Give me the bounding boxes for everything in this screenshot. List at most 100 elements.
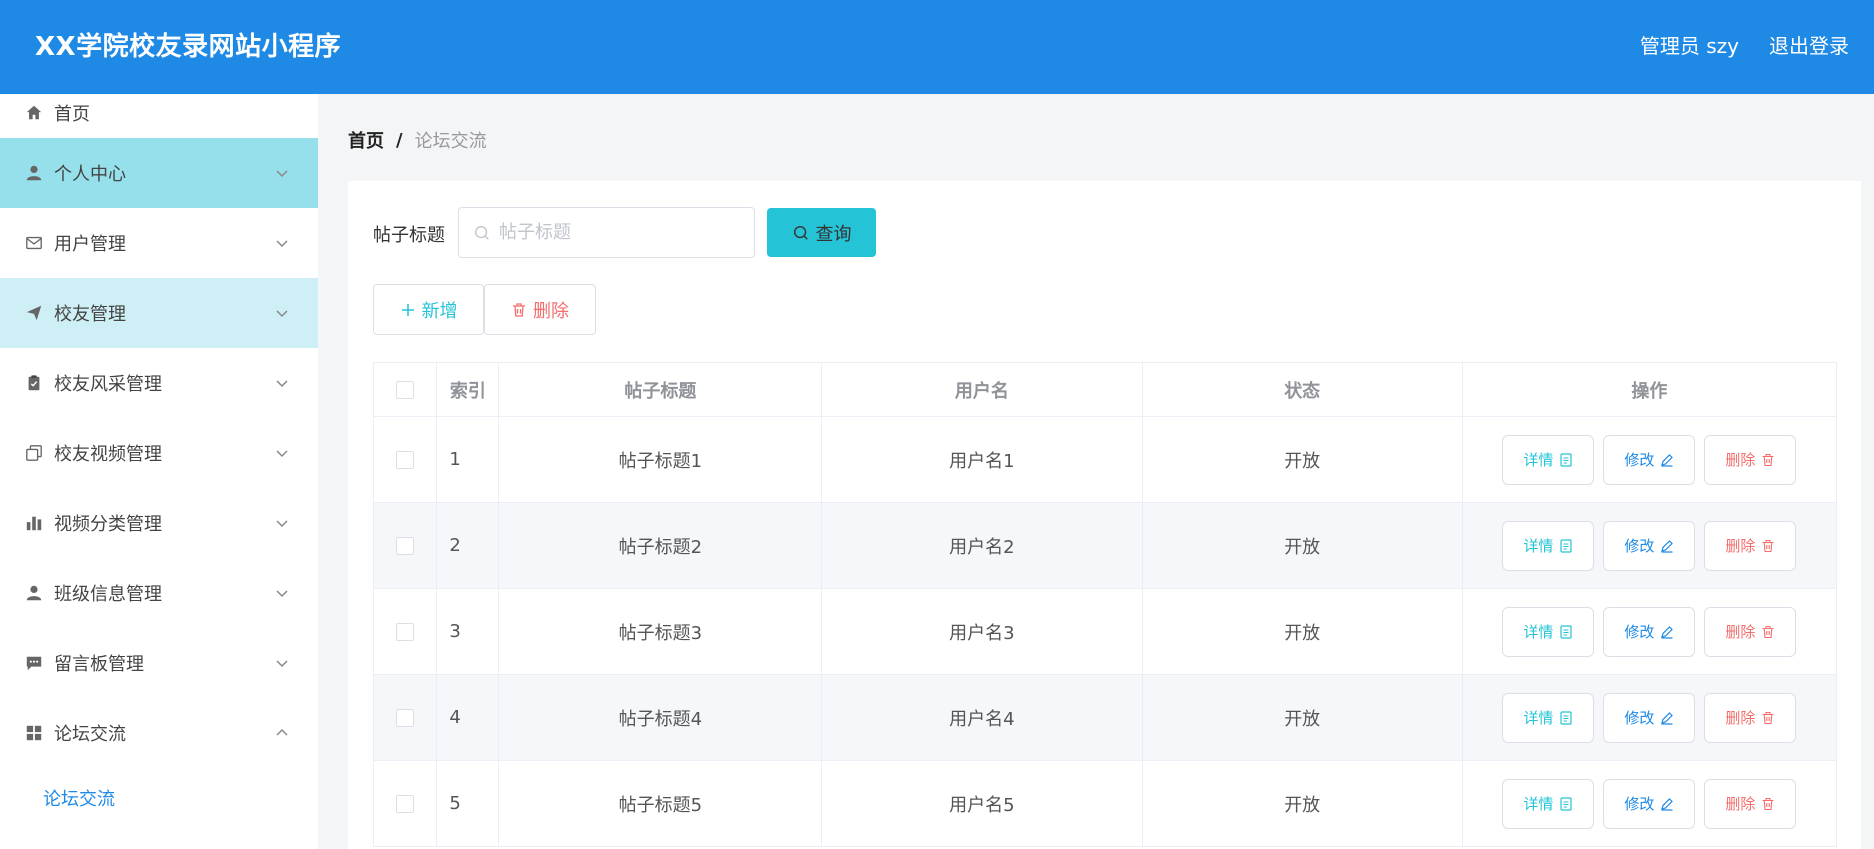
view-button[interactable]: 详情 xyxy=(1502,606,1595,657)
edit-button[interactable]: 修改 xyxy=(1603,434,1696,485)
document-icon xyxy=(1560,710,1573,725)
view-button[interactable]: 详情 xyxy=(1502,778,1595,829)
sidebar-item-label: 首页 xyxy=(54,104,90,125)
chevron-up-icon xyxy=(276,728,288,736)
sidebar-item-forum[interactable]: 论坛交流 xyxy=(0,698,318,768)
breadcrumb-current: 论坛交流 xyxy=(414,131,487,152)
clipboard-icon xyxy=(24,373,44,393)
select-all-cell xyxy=(372,362,438,417)
chevron-down-icon xyxy=(276,240,288,248)
row-select-cell xyxy=(372,674,438,761)
chevron-down-icon xyxy=(276,310,288,318)
top-bar: XX学院校友录网站小程序 管理员 szy 退出登录 xyxy=(0,0,1874,94)
edit-button-label: 修改 xyxy=(1624,537,1655,555)
document-icon xyxy=(1560,624,1573,639)
sidebar-item-class-info[interactable]: 班级信息管理 xyxy=(0,558,318,628)
row-title: 帖子标题4 xyxy=(498,674,823,761)
delete-button-label: 删除 xyxy=(1725,709,1756,727)
search-box[interactable] xyxy=(458,207,755,258)
select-all-checkbox[interactable] xyxy=(396,381,415,399)
edit-button[interactable]: 修改 xyxy=(1603,778,1696,829)
view-button[interactable]: 详情 xyxy=(1502,692,1595,743)
edit-button-label: 修改 xyxy=(1624,451,1655,469)
batch-delete-button[interactable]: 删除 xyxy=(484,284,596,335)
home-icon xyxy=(24,103,44,123)
delete-button[interactable]: 删除 xyxy=(1704,606,1797,657)
breadcrumb-separator: / xyxy=(396,129,403,151)
delete-button[interactable]: 删除 xyxy=(1704,778,1797,829)
row-title: 帖子标题5 xyxy=(498,760,823,847)
row-checkbox[interactable] xyxy=(396,623,415,641)
search-input[interactable] xyxy=(499,222,739,243)
sidebar-item-alumni-style[interactable]: 校友风采管理 xyxy=(0,348,318,418)
sidebar: 首页 个人中心 用户管理 校友管理 校友风采管理 校友视频管理 视频分类管理 班… xyxy=(0,94,318,849)
send-icon xyxy=(24,303,44,323)
trash-icon xyxy=(1762,453,1774,466)
user-icon xyxy=(24,163,44,183)
sidebar-item-label: 视频分类管理 xyxy=(54,514,162,535)
column-header-user: 用户名 xyxy=(821,362,1143,417)
view-button-label: 详情 xyxy=(1523,623,1554,641)
breadcrumb-home[interactable]: 首页 xyxy=(348,127,384,153)
sidebar-item-message-board[interactable]: 留言板管理 xyxy=(0,628,318,698)
row-select-cell xyxy=(372,416,438,503)
table-row: 4 帖子标题4 用户名4 开放 详情 修改 删除 xyxy=(372,674,1838,761)
sidebar-item-label: 用户管理 xyxy=(54,234,126,255)
sidebar-item-home[interactable]: 首页 xyxy=(0,88,318,138)
search-label: 帖子标题 xyxy=(373,225,445,246)
view-button[interactable]: 详情 xyxy=(1502,434,1595,485)
table-header-row: 索引 帖子标题 用户名 状态 操作 xyxy=(372,362,1838,417)
delete-button[interactable]: 删除 xyxy=(1704,434,1797,485)
edit-icon xyxy=(1661,539,1674,553)
plus-icon xyxy=(401,303,414,316)
add-button[interactable]: 新增 xyxy=(373,284,484,335)
admin-user-label[interactable]: 管理员 szy xyxy=(1640,30,1739,59)
sidebar-item-users[interactable]: 用户管理 xyxy=(0,208,318,278)
row-index: 4 xyxy=(436,674,500,761)
row-actions: 详情 修改 删除 xyxy=(1462,588,1838,675)
sidebar-item-label: 留言板管理 xyxy=(54,654,144,675)
delete-button-label: 删除 xyxy=(1725,537,1756,555)
row-index: 5 xyxy=(436,760,500,847)
row-checkbox[interactable] xyxy=(396,795,415,813)
row-actions: 详情 修改 删除 xyxy=(1462,502,1838,589)
row-select-cell xyxy=(372,502,438,589)
row-actions: 详情 修改 删除 xyxy=(1462,760,1838,847)
sidebar-item-profile[interactable]: 个人中心 xyxy=(0,138,318,208)
delete-button[interactable]: 删除 xyxy=(1704,520,1797,571)
row-index: 3 xyxy=(436,588,500,675)
chevron-down-icon xyxy=(276,660,288,668)
view-button[interactable]: 详情 xyxy=(1502,520,1595,571)
row-checkbox[interactable] xyxy=(396,709,415,727)
table-row: 5 帖子标题5 用户名5 开放 详情 修改 删除 xyxy=(372,760,1838,847)
query-button[interactable]: 查询 xyxy=(767,208,876,257)
chevron-down-icon xyxy=(276,590,288,598)
row-checkbox[interactable] xyxy=(396,537,415,555)
sidebar-item-label: 个人中心 xyxy=(54,164,126,185)
row-status: 开放 xyxy=(1142,588,1463,675)
sidebar-item-alumni-video[interactable]: 校友视频管理 xyxy=(0,418,318,488)
top-right-actions: 管理员 szy 退出登录 xyxy=(1640,30,1849,59)
sidebar-item-label: 论坛交流 xyxy=(54,724,126,745)
sidebar-item-video-category[interactable]: 视频分类管理 xyxy=(0,488,318,558)
row-user: 用户名3 xyxy=(821,588,1143,675)
view-button-label: 详情 xyxy=(1523,451,1554,469)
edit-button[interactable]: 修改 xyxy=(1603,692,1696,743)
logout-link[interactable]: 退出登录 xyxy=(1769,30,1849,59)
delete-button-label: 删除 xyxy=(1725,623,1756,641)
row-status: 开放 xyxy=(1142,502,1463,589)
sidebar-subitem-forum[interactable]: 论坛交流 xyxy=(0,768,318,828)
grid-icon xyxy=(24,723,44,743)
chevron-down-icon xyxy=(276,520,288,528)
edit-button[interactable]: 修改 xyxy=(1603,520,1696,571)
sidebar-item-alumni[interactable]: 校友管理 xyxy=(0,278,318,348)
delete-button[interactable]: 删除 xyxy=(1704,692,1797,743)
column-header-status: 状态 xyxy=(1142,362,1463,417)
forum-table: 索引 帖子标题 用户名 状态 操作 1 帖子标题1 用户名1 开放 详情 修改 … xyxy=(372,362,1838,847)
delete-button-label: 删除 xyxy=(1725,795,1756,813)
row-actions: 详情 修改 删除 xyxy=(1462,674,1838,761)
document-icon xyxy=(1560,796,1573,811)
row-checkbox[interactable] xyxy=(396,451,415,469)
sidebar-item-label: 校友视频管理 xyxy=(54,444,162,465)
edit-button[interactable]: 修改 xyxy=(1603,606,1696,657)
